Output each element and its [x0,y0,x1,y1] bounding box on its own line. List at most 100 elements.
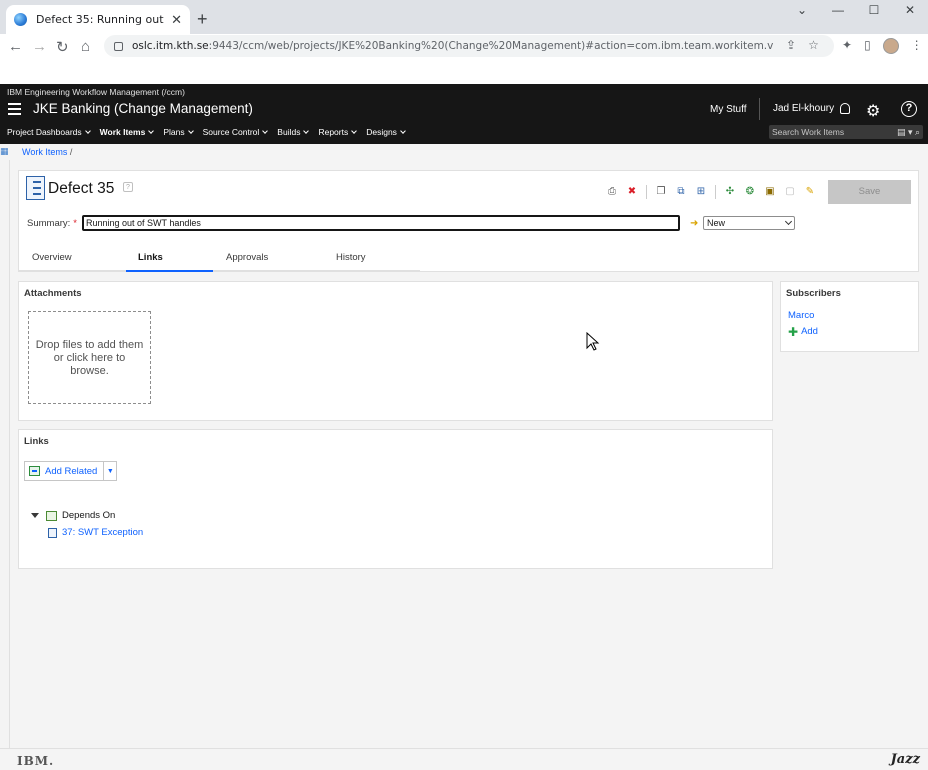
home-button[interactable]: ⌂ [81,38,90,55]
workitem-actions: ⎙ ✖ ❐ ⧉ ⊞ ✣ ❂ ▣ ▢ ✎ [605,185,817,199]
clipboard-icon[interactable]: ▣ [763,185,777,199]
link-group[interactable]: Depends On [31,507,143,524]
gear-icon[interactable]: ⚙ [866,101,880,121]
back-button[interactable]: ← [8,38,23,55]
browser-tab-title: Defect 35: Running out of SWT h [36,13,165,26]
browser-tabstrip: Defect 35: Running out of SWT h ✕ + ⌄ — … [0,0,928,34]
window-controls: ⌄ — ☐ ✕ [784,0,928,22]
my-stuff-link[interactable]: My Stuff [710,104,747,115]
user-name: Jad El-khoury [773,103,835,114]
hamburger-menu-icon[interactable] [8,103,21,118]
duplicate-icon[interactable]: ❐ [654,185,668,199]
link-icon[interactable]: ❂ [743,185,757,199]
menu-plans[interactable]: Plans [163,127,194,137]
subscriber-link[interactable]: Marco [788,310,814,321]
extensions-icon[interactable]: ✦ [842,38,852,54]
main-menu-bar: Project Dashboards Work Items Plans Sour… [7,127,415,137]
breadcrumb-work-items[interactable]: Work Items [22,147,67,157]
defect-icon [26,176,45,200]
add-link-icon [29,466,40,476]
attachment-dropzone[interactable]: Drop files to add them or click here to … [28,311,151,404]
new-tab-button[interactable]: + [197,9,208,30]
project-title[interactable]: JKE Banking (Change Management) [33,101,253,116]
tab-approvals[interactable]: Approvals [213,248,323,272]
grid-icon[interactable]: ▦ [0,146,9,156]
add-related-main[interactable]: Add Related [25,462,105,480]
header-divider [759,98,760,120]
user-menu[interactable]: Jad El-khoury [773,103,851,114]
menu-source-control[interactable]: Source Control [203,127,269,137]
linked-workitem[interactable]: 37: SWT Exception [62,527,143,538]
links-title: Links [24,436,49,447]
attachments-title: Attachments [24,288,82,299]
save-button[interactable]: Save [828,180,911,204]
lock-icon [114,41,123,51]
menu-designs[interactable]: Designs [366,127,406,137]
list-item: 37: SWT Exception [48,524,143,541]
summary-input[interactable]: Running out of SWT handles [82,215,680,231]
menu-builds[interactable]: Builds [277,127,310,137]
search-icon[interactable]: ▤ ▾ ⌕ [897,125,920,139]
browser-extension-icons: ✦ ▯ ⋮ [842,38,923,54]
chevron-down-icon [784,217,793,226]
product-name: IBM Engineering Workflow Management (/cc… [7,87,185,97]
more-menu-icon[interactable]: ⋮ [911,38,923,54]
workitem-tabs: Overview Links Approvals History [19,248,420,272]
depends-on-icon [46,510,57,521]
links-tree: Depends On 37: SWT Exception [31,507,143,541]
maximize-button[interactable]: ☐ [856,0,892,22]
state-select[interactable]: New [703,216,795,230]
url-text: oslc.itm.kth.se:9443/ccm/web/projects/JK… [132,40,774,52]
menu-project-dashboards[interactable]: Project Dashboards [7,127,91,137]
add-subscriber-button[interactable]: ✚ Add [788,324,818,339]
hierarchy-icon[interactable]: ⊞ [694,185,708,199]
minimize-button[interactable]: — [820,0,856,22]
expand-triangle-icon[interactable] [31,513,39,518]
wrench-icon[interactable]: ✎ [803,185,817,199]
chevron-down-icon[interactable]: ▼ [104,468,116,475]
chevron-down-icon[interactable]: ⌄ [784,0,820,22]
close-window-button[interactable]: ✕ [892,0,928,22]
workitem-header: Defect 35 ? ⎙ ✖ ❐ ⧉ ⊞ ✣ ❂ ▣ ▢ ✎ Save Sum… [18,170,919,272]
search-work-items-input[interactable]: Search Work Items ▤ ▾ ⌕ [769,125,923,139]
page-footer: IBM. Jazz [0,748,928,770]
tab-overview[interactable]: Overview [19,248,126,272]
user-icon [840,103,851,114]
help-icon[interactable]: ? [901,101,917,117]
delete-icon[interactable]: ✖ [625,185,639,199]
subscribers-panel: Subscribers Marco ✚ Add [780,281,919,352]
jazz-logo: Jazz [890,752,920,767]
close-tab-icon[interactable]: ✕ [171,12,182,28]
browser-tab[interactable]: Defect 35: Running out of SWT h ✕ [6,5,190,34]
left-rail [9,160,10,748]
subscribers-title: Subscribers [786,288,841,299]
page-title: Defect 35 [48,180,115,197]
copy-icon[interactable]: ⧉ [674,185,688,199]
side-panel-icon[interactable]: ▯ [864,38,871,54]
paste-icon[interactable]: ▢ [783,185,797,199]
reload-button[interactable]: ↻ [56,38,69,56]
attachments-panel: Attachments Drop files to add them or cl… [18,281,773,421]
summary-label: Summary: * [27,218,77,229]
tab-history[interactable]: History [323,248,420,272]
breadcrumb: Work Items / [22,147,73,157]
browser-toolbar: ← → ↻ ⌂ oslc.itm.kth.se:9443/ccm/web/pro… [0,34,928,84]
link-add-icon[interactable]: ✣ [723,185,737,199]
tab-links[interactable]: Links [126,248,213,272]
address-bar[interactable]: oslc.itm.kth.se:9443/ccm/web/projects/JK… [104,35,834,57]
link-group-label: Depends On [62,510,116,521]
menu-reports[interactable]: Reports [318,127,358,137]
mouse-cursor-icon [586,332,600,351]
menu-work-items[interactable]: Work Items [100,127,155,137]
state-transition-icon: ➜ [690,218,699,229]
globe-icon [14,13,27,26]
help-question-icon[interactable]: ? [123,182,133,192]
plus-icon: ✚ [788,324,799,339]
profile-avatar[interactable] [882,38,899,54]
ibm-logo: IBM. [17,754,55,768]
forward-button[interactable]: → [32,38,47,55]
share-icon[interactable]: ⇪ [786,38,796,52]
breadcrumb-strip [0,144,928,160]
print-icon[interactable]: ⎙ [605,185,619,199]
bookmark-star-icon[interactable]: ☆ [808,38,819,52]
